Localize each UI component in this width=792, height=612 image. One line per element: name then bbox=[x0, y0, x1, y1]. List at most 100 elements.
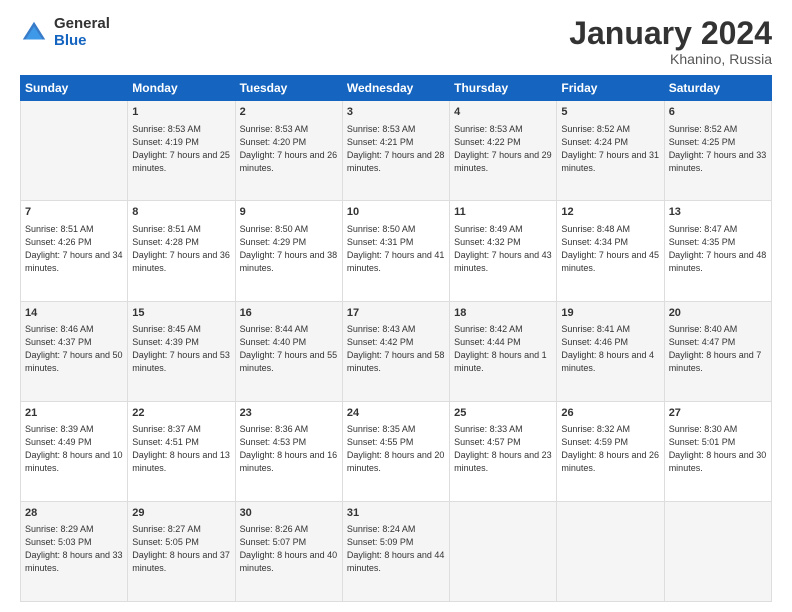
day-number: 13 bbox=[669, 205, 767, 220]
logo-general: General bbox=[54, 16, 110, 33]
day-number: 23 bbox=[240, 406, 338, 421]
cell-content: Sunrise: 8:35 AMSunset: 4:55 PMDaylight:… bbox=[347, 423, 445, 475]
title-block: January 2024 Khanino, Russia bbox=[569, 16, 772, 67]
calendar-cell: 24Sunrise: 8:35 AMSunset: 4:55 PMDayligh… bbox=[342, 401, 449, 501]
day-number: 25 bbox=[454, 406, 552, 421]
day-number: 14 bbox=[25, 306, 123, 321]
calendar-cell: 7 Sunrise: 8:51 AMSunset: 4:26 PMDaylight… bbox=[21, 201, 128, 301]
calendar-cell: 30 Sunrise: 8:26 AMSunset: 5:07 PMDayligh… bbox=[235, 501, 342, 601]
day-number: 15 bbox=[132, 306, 230, 321]
calendar-cell: 14 Sunrise: 8:46 AMSunset: 4:37 PMDayligh… bbox=[21, 301, 128, 401]
cell-content: Sunrise: 8:33 AMSunset: 4:57 PMDaylight:… bbox=[454, 423, 552, 475]
day-number: 12 bbox=[561, 205, 659, 220]
logo-text: General Blue bbox=[54, 16, 110, 49]
day-number: 11 bbox=[454, 205, 552, 220]
day-number: 31 bbox=[347, 506, 445, 521]
day-number: 8 bbox=[132, 205, 230, 220]
calendar-cell: 4Sunrise: 8:53 AMSunset: 4:22 PMDaylight… bbox=[450, 101, 557, 201]
header: General Blue January 2024 Khanino, Russi… bbox=[20, 16, 772, 67]
calendar-cell: 20 Sunrise: 8:40 AMSunset: 4:47 PMDayligh… bbox=[664, 301, 771, 401]
calendar-cell: 13 Sunrise: 8:47 AMSunset: 4:35 PMDayligh… bbox=[664, 201, 771, 301]
calendar-cell: 11 Sunrise: 8:49 AMSunset: 4:32 PMDayligh… bbox=[450, 201, 557, 301]
day-number: 1 bbox=[132, 105, 230, 120]
week-row-3: 14 Sunrise: 8:46 AMSunset: 4:37 PMDayligh… bbox=[21, 301, 772, 401]
header-cell-friday: Friday bbox=[557, 76, 664, 101]
cell-content: Sunrise: 8:26 AMSunset: 5:07 PMDaylight:… bbox=[240, 523, 338, 575]
cell-content: Sunrise: 8:45 AMSunset: 4:39 PMDaylight:… bbox=[132, 323, 230, 375]
week-row-5: 28 Sunrise: 8:29 AMSunset: 5:03 PMDayligh… bbox=[21, 501, 772, 601]
calendar-cell: 19 Sunrise: 8:41 AMSunset: 4:46 PMDayligh… bbox=[557, 301, 664, 401]
header-cell-monday: Monday bbox=[128, 76, 235, 101]
calendar-cell: 29 Sunrise: 8:27 AMSunset: 5:05 PMDayligh… bbox=[128, 501, 235, 601]
cell-content: Sunrise: 8:52 AMSunset: 4:25 PMDaylight:… bbox=[669, 123, 767, 175]
day-number: 28 bbox=[25, 506, 123, 521]
calendar-cell: 28 Sunrise: 8:29 AMSunset: 5:03 PMDayligh… bbox=[21, 501, 128, 601]
calendar-page: General Blue January 2024 Khanino, Russi… bbox=[0, 0, 792, 612]
calendar-cell: 5Sunrise: 8:52 AMSunset: 4:24 PMDaylight… bbox=[557, 101, 664, 201]
week-row-4: 21Sunrise: 8:39 AMSunset: 4:49 PMDayligh… bbox=[21, 401, 772, 501]
cell-content: Sunrise: 8:46 AMSunset: 4:37 PMDaylight:… bbox=[25, 323, 123, 375]
header-cell-thursday: Thursday bbox=[450, 76, 557, 101]
cell-content: Sunrise: 8:53 AMSunset: 4:20 PMDaylight:… bbox=[240, 123, 338, 175]
calendar-cell: 6 Sunrise: 8:52 AMSunset: 4:25 PMDaylight… bbox=[664, 101, 771, 201]
cell-content: Sunrise: 8:27 AMSunset: 5:05 PMDaylight:… bbox=[132, 523, 230, 575]
day-number: 9 bbox=[240, 205, 338, 220]
cell-content: Sunrise: 8:37 AMSunset: 4:51 PMDaylight:… bbox=[132, 423, 230, 475]
calendar-cell: 1 Sunrise: 8:53 AMSunset: 4:19 PMDaylight… bbox=[128, 101, 235, 201]
day-number: 10 bbox=[347, 205, 445, 220]
cell-content: Sunrise: 8:43 AMSunset: 4:42 PMDaylight:… bbox=[347, 323, 445, 375]
day-number: 2 bbox=[240, 105, 338, 120]
day-number: 7 bbox=[25, 205, 123, 220]
day-number: 27 bbox=[669, 406, 767, 421]
calendar-cell: 21Sunrise: 8:39 AMSunset: 4:49 PMDayligh… bbox=[21, 401, 128, 501]
cell-content: Sunrise: 8:51 AMSunset: 4:28 PMDaylight:… bbox=[132, 223, 230, 275]
calendar-cell: 12 Sunrise: 8:48 AMSunset: 4:34 PMDayligh… bbox=[557, 201, 664, 301]
calendar-cell: 27 Sunrise: 8:30 AMSunset: 5:01 PMDayligh… bbox=[664, 401, 771, 501]
cell-content: Sunrise: 8:32 AMSunset: 4:59 PMDaylight:… bbox=[561, 423, 659, 475]
day-number: 16 bbox=[240, 306, 338, 321]
header-cell-tuesday: Tuesday bbox=[235, 76, 342, 101]
calendar-cell bbox=[21, 101, 128, 201]
day-number: 26 bbox=[561, 406, 659, 421]
day-number: 17 bbox=[347, 306, 445, 321]
calendar-cell: 18Sunrise: 8:42 AMSunset: 4:44 PMDayligh… bbox=[450, 301, 557, 401]
cell-content: Sunrise: 8:42 AMSunset: 4:44 PMDaylight:… bbox=[454, 323, 552, 375]
day-number: 20 bbox=[669, 306, 767, 321]
calendar-cell bbox=[664, 501, 771, 601]
calendar-cell: 17 Sunrise: 8:43 AMSunset: 4:42 PMDayligh… bbox=[342, 301, 449, 401]
calendar-cell bbox=[557, 501, 664, 601]
cell-content: Sunrise: 8:53 AMSunset: 4:21 PMDaylight:… bbox=[347, 123, 445, 175]
calendar-cell: 25 Sunrise: 8:33 AMSunset: 4:57 PMDayligh… bbox=[450, 401, 557, 501]
cell-content: Sunrise: 8:30 AMSunset: 5:01 PMDaylight:… bbox=[669, 423, 767, 475]
cell-content: Sunrise: 8:44 AMSunset: 4:40 PMDaylight:… bbox=[240, 323, 338, 375]
header-cell-saturday: Saturday bbox=[664, 76, 771, 101]
cell-content: Sunrise: 8:40 AMSunset: 4:47 PMDaylight:… bbox=[669, 323, 767, 375]
calendar-cell: 23Sunrise: 8:36 AMSunset: 4:53 PMDayligh… bbox=[235, 401, 342, 501]
day-number: 6 bbox=[669, 105, 767, 120]
day-number: 21 bbox=[25, 406, 123, 421]
calendar-cell bbox=[450, 501, 557, 601]
calendar-cell: 31 Sunrise: 8:24 AMSunset: 5:09 PMDayligh… bbox=[342, 501, 449, 601]
cell-content: Sunrise: 8:53 AMSunset: 4:22 PMDaylight:… bbox=[454, 123, 552, 175]
calendar-cell: 2 Sunrise: 8:53 AMSunset: 4:20 PMDaylight… bbox=[235, 101, 342, 201]
cell-content: Sunrise: 8:50 AMSunset: 4:31 PMDaylight:… bbox=[347, 223, 445, 275]
cell-content: Sunrise: 8:51 AMSunset: 4:26 PMDaylight:… bbox=[25, 223, 123, 275]
calendar-cell: 26 Sunrise: 8:32 AMSunset: 4:59 PMDayligh… bbox=[557, 401, 664, 501]
day-number: 29 bbox=[132, 506, 230, 521]
cell-content: Sunrise: 8:49 AMSunset: 4:32 PMDaylight:… bbox=[454, 223, 552, 275]
logo-icon bbox=[20, 19, 48, 47]
cell-content: Sunrise: 8:41 AMSunset: 4:46 PMDaylight:… bbox=[561, 323, 659, 375]
cell-content: Sunrise: 8:24 AMSunset: 5:09 PMDaylight:… bbox=[347, 523, 445, 575]
cell-content: Sunrise: 8:48 AMSunset: 4:34 PMDaylight:… bbox=[561, 223, 659, 275]
header-row: SundayMondayTuesdayWednesdayThursdayFrid… bbox=[21, 76, 772, 101]
cell-content: Sunrise: 8:29 AMSunset: 5:03 PMDaylight:… bbox=[25, 523, 123, 575]
calendar-table: SundayMondayTuesdayWednesdayThursdayFrid… bbox=[20, 75, 772, 602]
cell-content: Sunrise: 8:47 AMSunset: 4:35 PMDaylight:… bbox=[669, 223, 767, 275]
calendar-cell: 9Sunrise: 8:50 AMSunset: 4:29 PMDaylight… bbox=[235, 201, 342, 301]
logo-blue: Blue bbox=[54, 33, 110, 50]
cell-content: Sunrise: 8:53 AMSunset: 4:19 PMDaylight:… bbox=[132, 123, 230, 175]
day-number: 22 bbox=[132, 406, 230, 421]
day-number: 30 bbox=[240, 506, 338, 521]
day-number: 19 bbox=[561, 306, 659, 321]
header-cell-sunday: Sunday bbox=[21, 76, 128, 101]
